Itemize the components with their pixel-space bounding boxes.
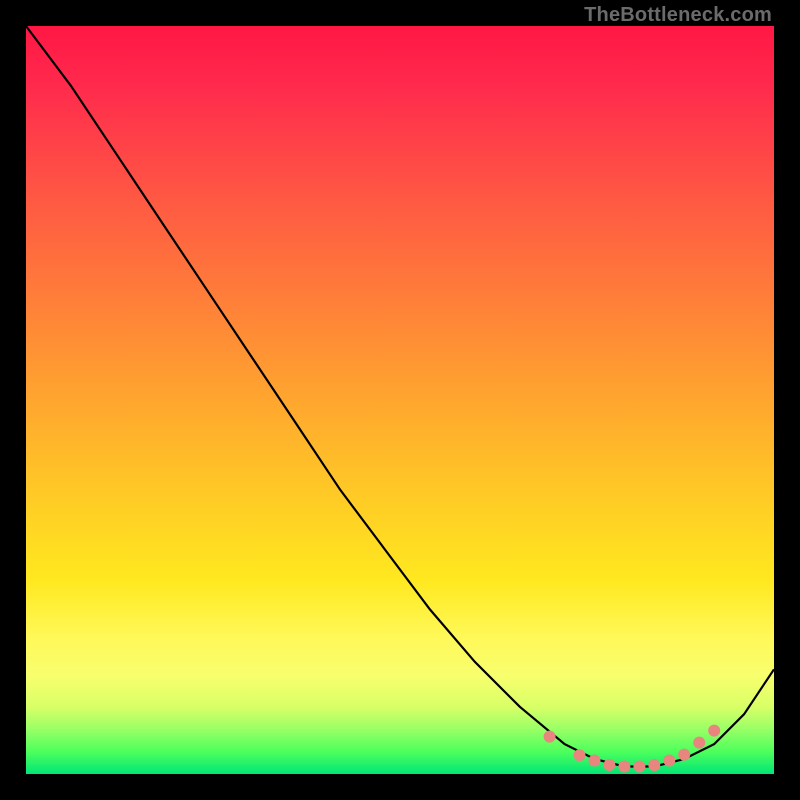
watermark-text: TheBottleneck.com <box>584 4 772 27</box>
chart-frame: TheBottleneck.com <box>0 0 800 800</box>
curve-marker <box>708 725 720 737</box>
curve-marker <box>663 755 675 767</box>
curve-marker <box>633 761 645 773</box>
curve-marker <box>693 737 705 749</box>
marker-group <box>544 725 721 773</box>
curve-marker <box>603 759 615 771</box>
curve-marker <box>574 749 586 761</box>
bottleneck-curve <box>26 26 774 767</box>
curve-marker <box>678 749 690 761</box>
curve-marker <box>544 731 556 743</box>
curve-marker <box>589 755 601 767</box>
curve-svg <box>26 26 774 774</box>
plot-area <box>26 26 774 774</box>
curve-marker <box>648 759 660 771</box>
curve-marker <box>618 761 630 773</box>
